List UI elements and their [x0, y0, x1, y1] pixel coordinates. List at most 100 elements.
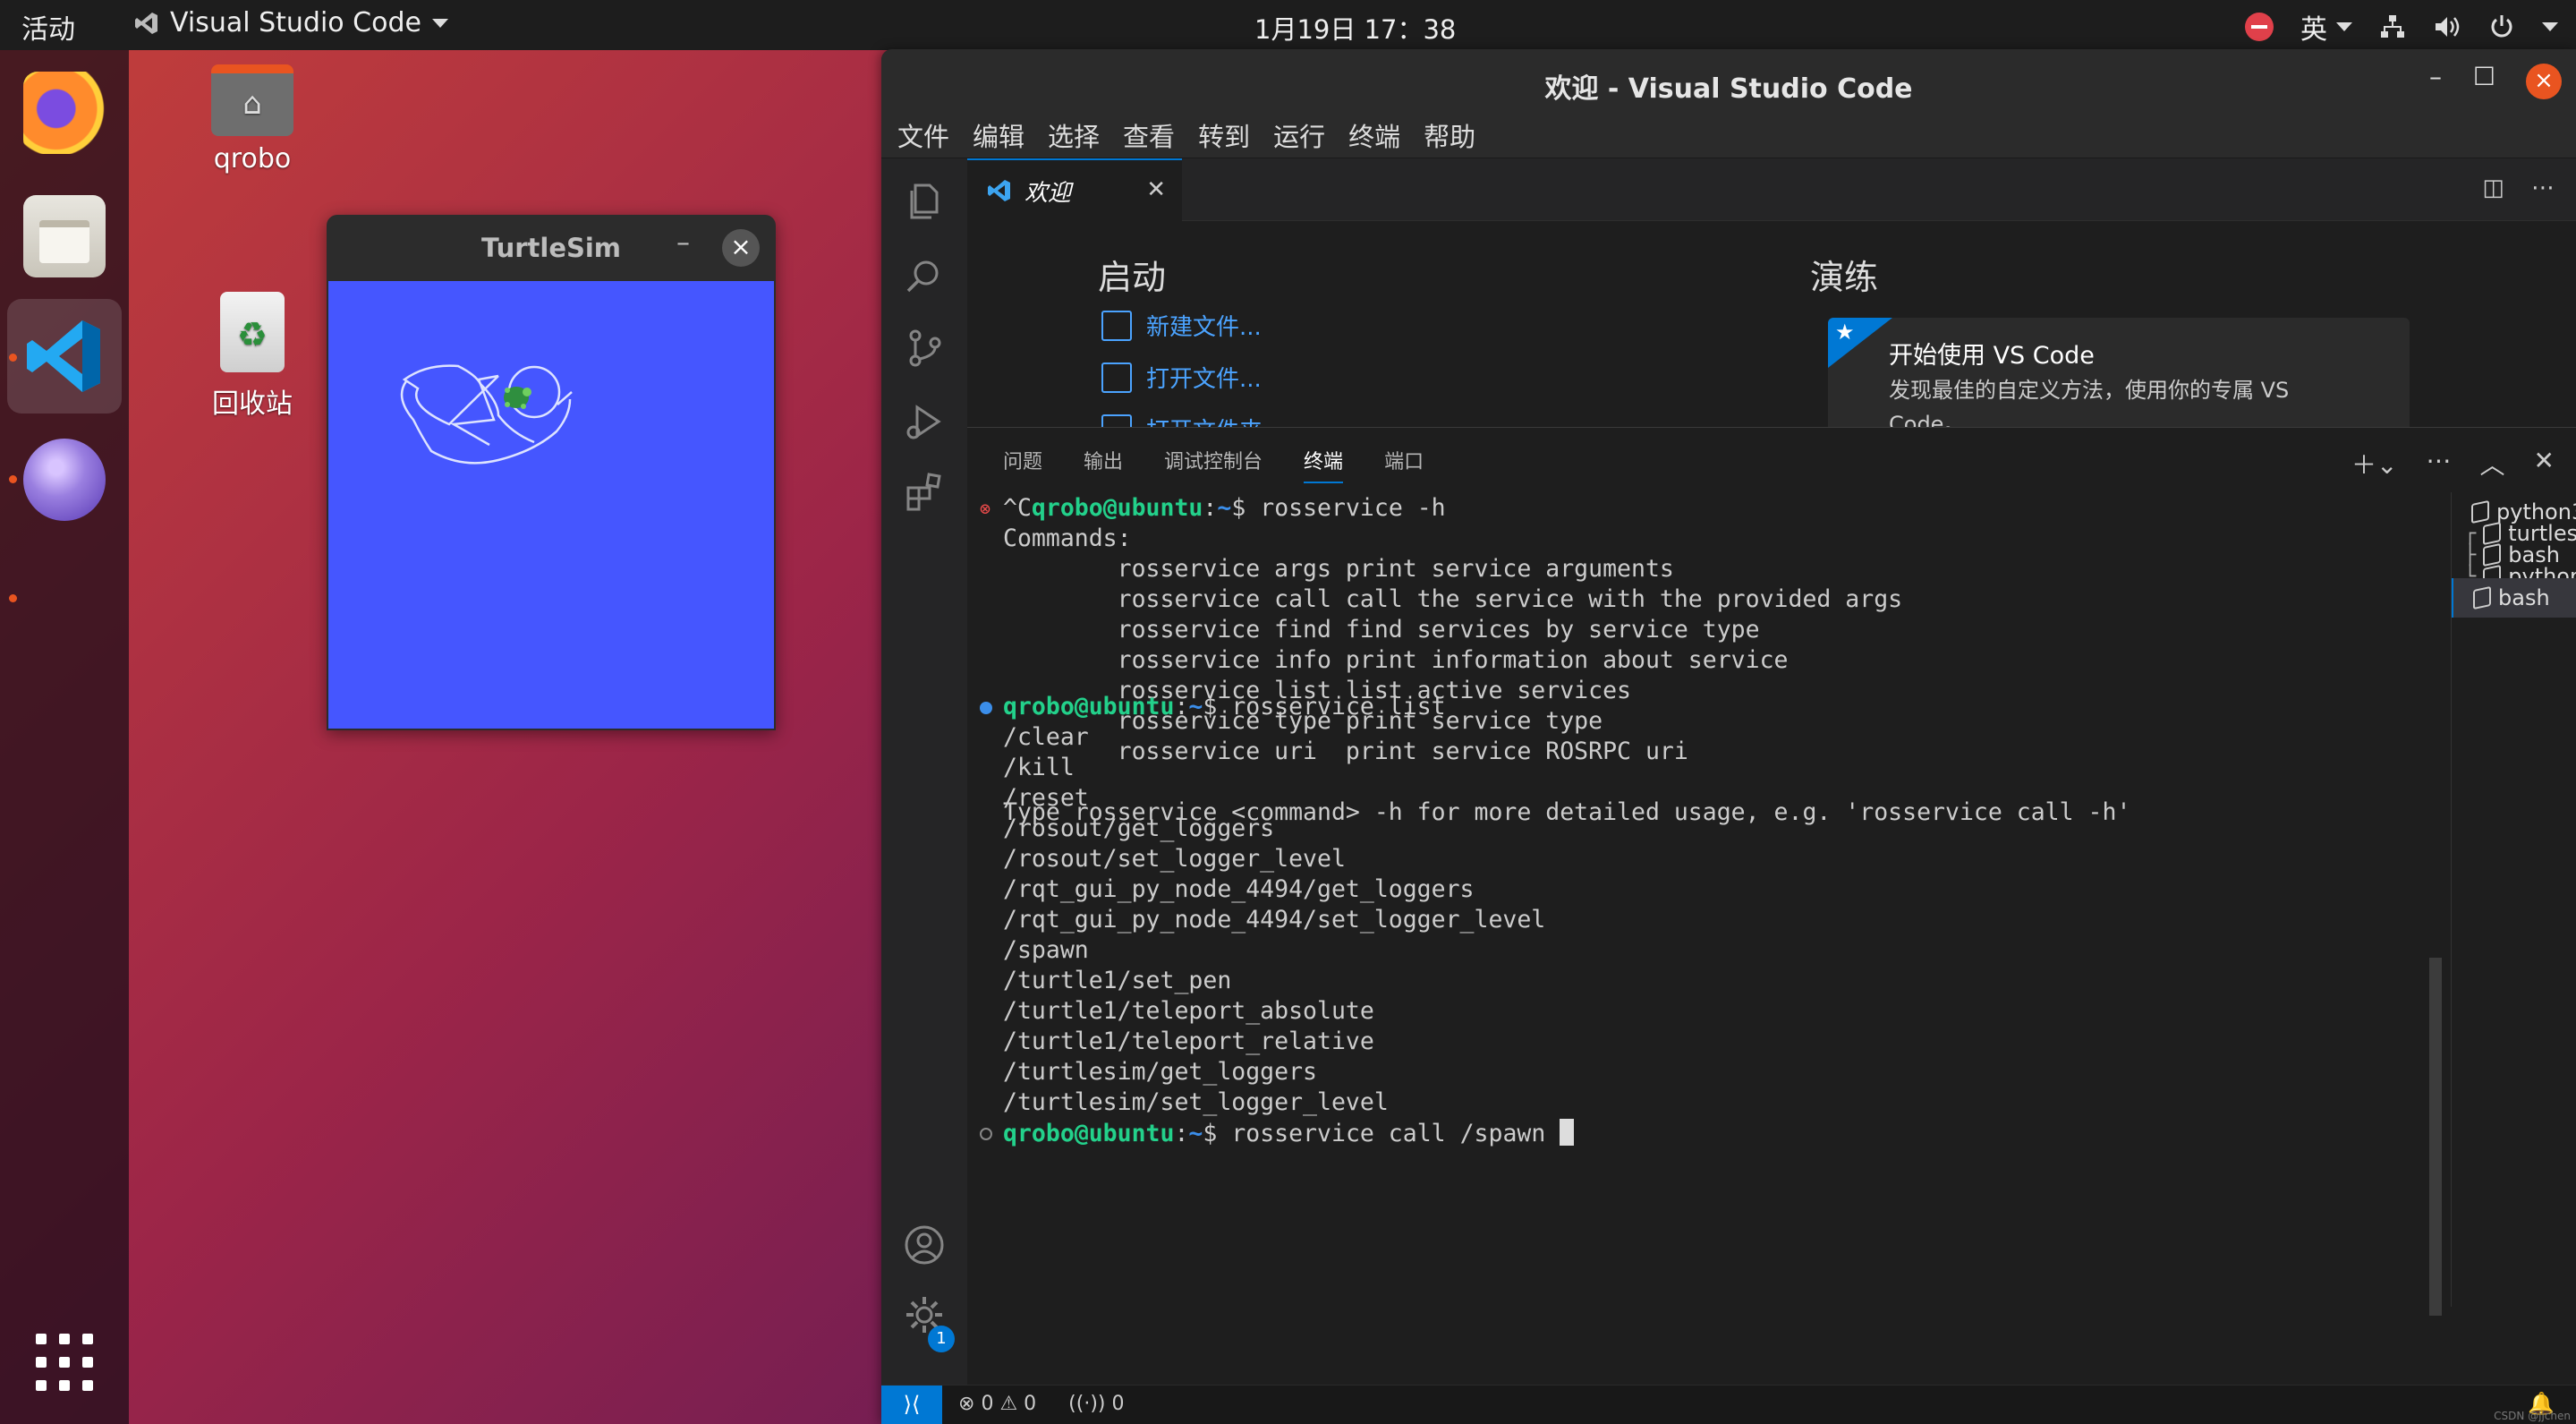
terminal-icon — [2473, 585, 2491, 610]
service-line: /rosout/set_logger_level — [1003, 845, 1346, 873]
clock[interactable]: 1月19日 17：38 — [1254, 9, 1456, 47]
show-apps-icon[interactable] — [36, 1334, 93, 1391]
power-icon[interactable] — [2488, 13, 2515, 40]
service-line: /turtlesim/get_loggers — [1003, 1058, 1317, 1086]
maximize-button[interactable]: ☐ — [2473, 62, 2495, 91]
trash[interactable]: 回收站 — [199, 292, 306, 421]
service-line: /rqt_gui_py_node_4494/set_logger_level — [1003, 906, 1546, 934]
vscode-icon[interactable] — [23, 315, 106, 397]
turtle-icon — [504, 387, 531, 409]
close-tab-icon[interactable]: ✕ — [1146, 176, 1166, 203]
do-not-disturb-icon[interactable] — [2245, 13, 2274, 41]
start-heading: 启动 — [1098, 258, 1167, 297]
minimize-button[interactable]: – — [676, 227, 690, 259]
new-file-label: 新建文件... — [1146, 314, 1262, 341]
menu-go[interactable]: 转到 — [1193, 113, 1255, 158]
tab-ports[interactable]: 端口 — [1384, 446, 1424, 474]
menu-edit[interactable]: 编辑 — [967, 113, 1030, 158]
close-button[interactable]: × — [2526, 64, 2562, 99]
files-icon[interactable] — [23, 195, 106, 277]
new-terminal-icon[interactable]: ＋⌄ — [2351, 446, 2397, 482]
tab-terminal[interactable]: 终端 — [1304, 446, 1344, 483]
activities-button[interactable]: 活动 — [21, 7, 75, 47]
vscode-tab-icon — [988, 180, 1010, 201]
running-indicator — [9, 475, 17, 483]
app-menu[interactable]: Visual Studio Code — [134, 7, 448, 38]
warning-count: 0 — [1024, 1393, 1037, 1415]
service-line: /kill — [1003, 754, 1075, 781]
open-folder-link[interactable]: 打开文件夹... — [1101, 413, 1285, 427]
terminal[interactable]: ⊗ ^Cqrobo@ubuntu:~$ rosservice -h Comman… — [967, 492, 2392, 1307]
title-bar: 欢迎 - Visual Studio Code – ☐ × — [881, 49, 2576, 112]
running-indicator — [9, 594, 17, 602]
vscode-window: 欢迎 - Visual Studio Code – ☐ × 文件 编辑 选择 查… — [881, 49, 2576, 1424]
bottom-panel: 问题 输出 调试控制台 终端 端口 ＋⌄ ⋯ ︿ ✕ ⊗ ^Cqrobo@ubu… — [967, 427, 2576, 1316]
help-line: rosservice find find services by service… — [1003, 616, 1760, 644]
ctrl-c-echo: ^C — [1003, 494, 1032, 522]
ports-status[interactable]: ((·)) 0 — [1068, 1393, 1124, 1415]
trash-icon — [220, 292, 285, 372]
turtlesim-window[interactable]: TurtleSim – × — [327, 215, 776, 730]
run-debug-icon[interactable] — [903, 400, 946, 443]
terminal-line: qrobo@ubuntu:~$ rosservice list — [1003, 693, 1446, 721]
close-panel-icon[interactable]: ✕ — [2534, 446, 2555, 482]
menu-selection[interactable]: 选择 — [1042, 113, 1105, 158]
welcome-page: 启动 新建文件... 打开文件... 打开文件夹... 演练 ★ 开始使用 VS… — [967, 221, 2576, 427]
split-editor-icon[interactable]: ◫ — [2482, 175, 2504, 201]
extensions-icon[interactable] — [903, 470, 946, 513]
menu-file[interactable]: 文件 — [892, 113, 955, 158]
card-description: 发现最佳的自定义方法，使用你的专属 VS Code。 — [1889, 378, 2290, 427]
menu-bar: 文件 编辑 选择 查看 转到 运行 终端 帮助 — [881, 112, 2576, 158]
tab-output[interactable]: 输出 — [1084, 446, 1123, 474]
menu-run[interactable]: 运行 — [1268, 113, 1331, 158]
firefox-icon[interactable] — [23, 72, 106, 154]
error-count: 0 — [981, 1393, 994, 1415]
close-button[interactable]: × — [722, 229, 760, 267]
home-folder-icon — [211, 64, 293, 136]
menu-help[interactable]: 帮助 — [1418, 113, 1481, 158]
tab-debug-console[interactable]: 调试控制台 — [1164, 446, 1262, 474]
open-file-label: 打开文件... — [1146, 366, 1262, 393]
more-actions-icon[interactable]: ⋯ — [2427, 446, 2452, 482]
terminal-scrollbar[interactable] — [2429, 510, 2442, 1316]
chevron-down-icon[interactable] — [2542, 22, 2558, 31]
tab-welcome-label: 欢迎 — [1024, 179, 1072, 207]
window-title: 欢迎 - Visual Studio Code — [1544, 73, 1913, 105]
remote-indicator-icon[interactable]: ⟩⟨ — [881, 1386, 942, 1424]
service-line: /rqt_gui_py_node_4494/get_loggers — [1003, 875, 1475, 903]
new-file-link[interactable]: 新建文件... — [1101, 309, 1262, 342]
source-control-icon[interactable] — [903, 327, 946, 370]
open-file-link[interactable]: 打开文件... — [1101, 361, 1262, 394]
tab-problems[interactable]: 问题 — [1003, 446, 1042, 474]
walkthrough-card[interactable]: ★ 开始使用 VS Code 发现最佳的自定义方法，使用你的专属 VS Code… — [1828, 318, 2410, 427]
search-icon[interactable] — [903, 255, 946, 298]
terminal-list-item[interactable]: bash — [2452, 578, 2576, 618]
terminal-list-label: bash — [2498, 585, 2550, 610]
scrollbar-thumb[interactable] — [2429, 958, 2442, 1316]
menu-view[interactable]: 查看 — [1118, 113, 1180, 158]
warning-icon: ⚠ — [999, 1393, 1018, 1415]
account-icon[interactable] — [903, 1224, 946, 1266]
trash-label: 回收站 — [212, 388, 293, 420]
dock — [0, 50, 129, 1424]
prompt-path: ~ — [1217, 494, 1232, 522]
vscode-small-icon — [135, 12, 157, 34]
network-icon[interactable] — [2379, 13, 2406, 40]
home-folder[interactable]: qrobo — [199, 64, 306, 175]
more-actions-icon[interactable]: ⋯ — [2531, 175, 2555, 201]
terminal-line: qrobo@ubuntu:~$ rosservice call /spawn — [1003, 1119, 1575, 1147]
prompt-user: qrobo@ubuntu — [1003, 1120, 1175, 1147]
problems-status[interactable]: ⊗ 0 ⚠ 0 — [958, 1393, 1036, 1415]
success-marker-icon — [980, 702, 992, 714]
new-file-icon — [1101, 310, 1132, 341]
app-ball-icon[interactable] — [23, 439, 106, 521]
menu-terminal[interactable]: 终端 — [1343, 113, 1406, 158]
tab-welcome[interactable]: 欢迎 ✕ — [967, 158, 1182, 221]
panel-tabs: 问题 输出 调试控制台 终端 端口 ＋⌄ ⋯ ︿ ✕ — [967, 428, 2576, 492]
explorer-icon[interactable] — [903, 180, 946, 223]
maximize-panel-icon[interactable]: ︿ — [2480, 446, 2505, 482]
volume-icon[interactable] — [2433, 13, 2461, 40]
minimize-button[interactable]: – — [2429, 62, 2442, 91]
input-method[interactable]: 英 — [2300, 7, 2352, 47]
system-tray[interactable]: 英 — [2245, 7, 2558, 47]
